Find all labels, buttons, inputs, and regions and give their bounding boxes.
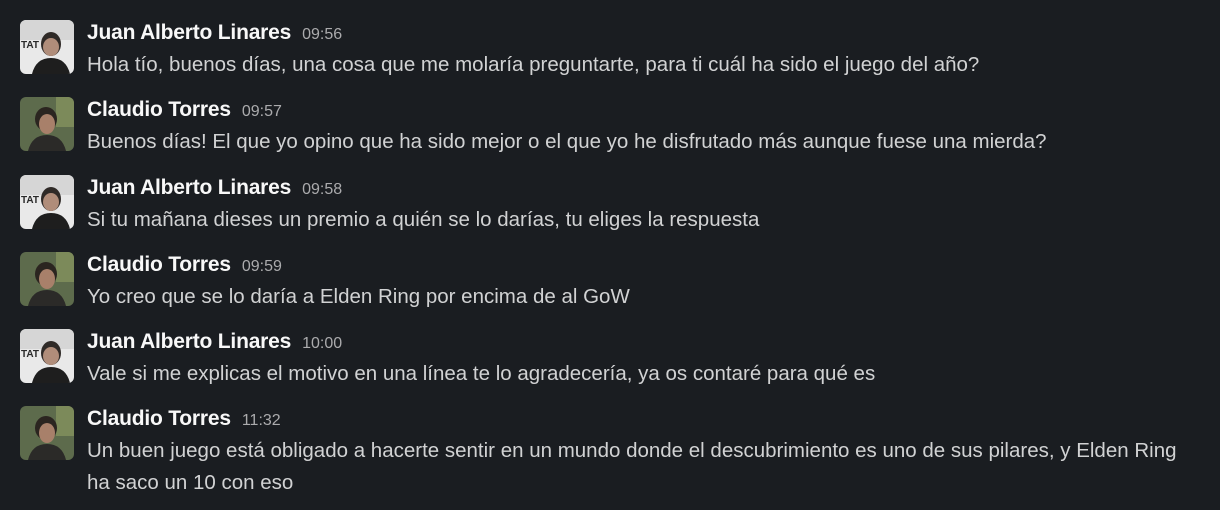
avatar-badge-text: TAT [21,40,39,51]
avatar-image: TAT [20,329,74,383]
avatar-claudio-torres[interactable] [20,252,74,306]
avatar-claudio-torres[interactable] [20,406,74,460]
message-text: Buenos días! El que yo opino que ha sido… [87,130,1047,153]
avatar-claudio-torres[interactable] [20,97,74,151]
message-timestamp[interactable]: 09:56 [302,26,342,43]
message-author[interactable]: Claudio Torres [87,98,231,121]
avatar-juan-alberto-linares[interactable]: TAT [20,20,74,74]
message-timestamp[interactable]: 09:58 [302,181,342,198]
avatar-image: TAT [20,175,74,229]
message-text: Vale si me explicas el motivo en una lín… [87,362,876,385]
message-timestamp[interactable]: 09:59 [242,258,282,275]
avatar-badge-text: TAT [21,349,39,360]
message-text: Un buen juego está obligado a hacerte se… [87,439,1177,494]
message-author[interactable]: Juan Alberto Linares [87,330,291,353]
message-timestamp[interactable]: 10:00 [302,335,342,352]
avatar-image: TAT [20,20,74,74]
message-author[interactable]: Claudio Torres [87,253,231,276]
message-author[interactable]: Juan Alberto Linares [87,176,291,199]
avatar-badge-text: TAT [21,195,39,206]
message-timestamp[interactable]: 11:32 [242,412,281,429]
message-feed: TAT Juan Alberto Linares 09:56 Hola tío, … [0,0,1220,510]
avatar-juan-alberto-linares[interactable]: TAT [20,329,74,383]
message-author[interactable]: Claudio Torres [87,407,231,430]
avatar-image [20,406,74,460]
avatar-image [20,97,74,151]
message-author[interactable]: Juan Alberto Linares [87,21,291,44]
message-text: Hola tío, buenos días, una cosa que me m… [87,53,980,76]
message-timestamp[interactable]: 09:57 [242,103,282,120]
avatar-juan-alberto-linares[interactable]: TAT [20,175,74,229]
message-text: Yo creo que se lo daría a Elden Ring por… [87,285,630,308]
avatar-image [20,252,74,306]
message-text: Si tu mañana dieses un premio a quién se… [87,208,760,231]
